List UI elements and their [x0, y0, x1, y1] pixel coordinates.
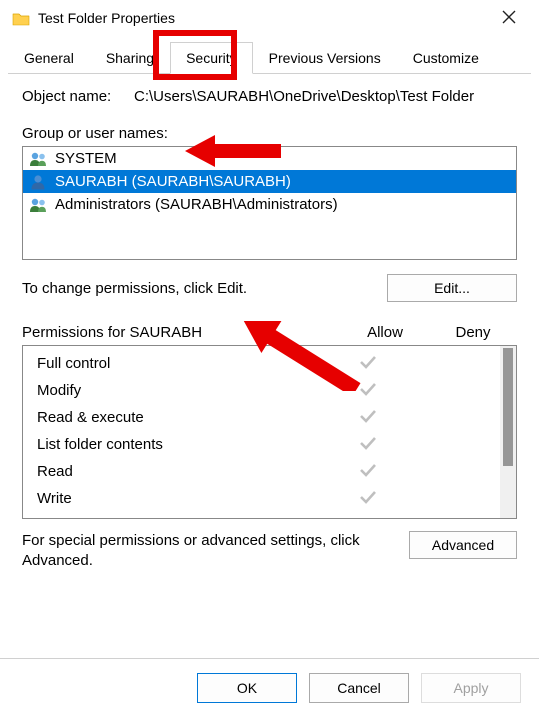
permission-row: Modify: [23, 377, 500, 404]
list-item-label: Administrators (SAURABH\Administrators): [55, 196, 338, 213]
group-user-list[interactable]: SYSTEM SAURABH (SAURABH\SAURABH) Administr…: [22, 146, 517, 260]
edit-hint-text: To change permissions, click Edit.: [22, 280, 387, 297]
permission-row: Full control: [23, 350, 500, 377]
permission-name: Read: [37, 463, 324, 480]
edit-button[interactable]: Edit...: [387, 274, 517, 302]
list-item[interactable]: SYSTEM: [23, 147, 516, 170]
deny-column-header: Deny: [429, 324, 517, 341]
cancel-button[interactable]: Cancel: [309, 673, 409, 703]
group-icon: [29, 151, 49, 167]
permission-allow-check: [324, 436, 412, 454]
list-item-label: SYSTEM: [55, 150, 117, 167]
object-name-label: Object name:: [22, 88, 134, 105]
ok-button[interactable]: OK: [197, 673, 297, 703]
tab-previous-versions[interactable]: Previous Versions: [253, 42, 397, 74]
permission-allow-check: [324, 355, 412, 373]
permissions-scrollbar[interactable]: [500, 346, 516, 518]
window-title: Test Folder Properties: [38, 10, 489, 26]
tab-sharing[interactable]: Sharing: [90, 42, 170, 74]
permissions-header: Permissions for SAURABH: [22, 324, 341, 341]
user-icon: [29, 174, 49, 190]
object-name-path: C:\Users\SAURABH\OneDrive\Desktop\Test F…: [134, 88, 517, 105]
permission-row: Read & execute: [23, 404, 500, 431]
permission-allow-check: [324, 409, 412, 427]
allow-column-header: Allow: [341, 324, 429, 341]
permission-name: Full control: [37, 355, 324, 372]
permission-allow-check: [324, 490, 412, 508]
advanced-hint-text: For special permissions or advanced sett…: [22, 531, 409, 572]
tab-row: General Sharing Security Previous Versio…: [0, 42, 539, 74]
permission-allow-check: [324, 382, 412, 400]
group-user-names-label: Group or user names:: [22, 125, 168, 142]
list-item-label: SAURABH (SAURABH\SAURABH): [55, 173, 291, 190]
permission-row: List folder contents: [23, 431, 500, 458]
group-icon: [29, 197, 49, 213]
scrollbar-thumb[interactable]: [503, 348, 513, 466]
permission-name: Read & execute: [37, 409, 324, 426]
permission-allow-check: [324, 463, 412, 481]
permission-name: List folder contents: [37, 436, 324, 453]
permission-row: Read: [23, 458, 500, 485]
permission-name: Modify: [37, 382, 324, 399]
folder-icon: [12, 11, 30, 26]
list-item[interactable]: SAURABH (SAURABH\SAURABH): [23, 170, 516, 193]
tab-security[interactable]: Security: [170, 42, 253, 74]
tab-general[interactable]: General: [8, 42, 90, 74]
tab-content-security: Object name: C:\Users\SAURABH\OneDrive\D…: [0, 74, 539, 582]
permission-row: Write: [23, 485, 500, 512]
apply-button: Apply: [421, 673, 521, 703]
advanced-button[interactable]: Advanced: [409, 531, 517, 559]
titlebar: Test Folder Properties: [0, 0, 539, 36]
list-item[interactable]: Administrators (SAURABH\Administrators): [23, 193, 516, 216]
permissions-list: Full control Modify Read & execute List fol…: [22, 345, 517, 519]
close-button[interactable]: [489, 0, 529, 36]
permission-name: Write: [37, 490, 324, 507]
tab-customize[interactable]: Customize: [397, 42, 495, 74]
dialog-button-bar: OK Cancel Apply: [0, 658, 539, 717]
